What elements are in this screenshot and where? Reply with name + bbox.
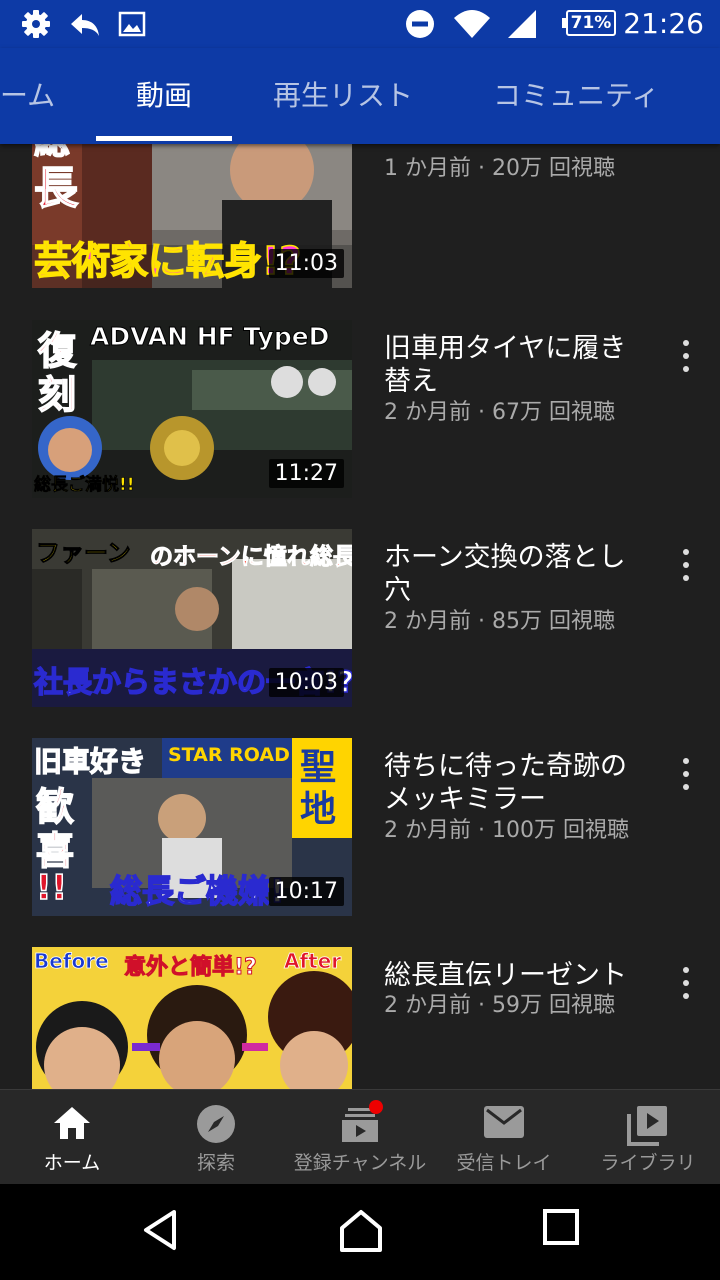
channel-tab-bar: ーム 動画 再生リスト コミュニティ	[0, 48, 720, 144]
home-circle-icon[interactable]	[338, 1208, 384, 1254]
video-title[interactable]: ホーン交換の落とし穴	[384, 541, 644, 607]
video-thumbnail[interactable]: Before 意外と簡単!? After	[32, 947, 352, 1089]
library-icon	[627, 1106, 667, 1146]
video-title[interactable]: 待ちに待った奇跡のメッキミラー	[384, 750, 644, 816]
thumbnail-caption: ADVAN HF TypeD	[89, 322, 330, 352]
thumbnail-caption: 刻	[37, 372, 77, 418]
thumbnail-caption: !!	[35, 867, 68, 909]
thumbnail-caption: 芸術家に転身!?	[33, 238, 302, 284]
video-meta: 2 か月前 · 67万 回視聴	[384, 400, 615, 425]
more-options-button[interactable]	[670, 961, 702, 1005]
nav-home[interactable]: ホーム	[0, 1090, 144, 1185]
tab-playlists[interactable]: 再生リスト	[273, 48, 413, 144]
thumbnail-caption: のホーンに憧れ総長	[150, 544, 352, 571]
more-options-button[interactable]	[670, 543, 702, 587]
video-meta: 2 か月前 · 59万 回視聴	[384, 993, 615, 1018]
video-duration: 11:03	[268, 249, 344, 278]
battery-icon: 71%	[562, 10, 616, 36]
nav-library[interactable]: ライブラリ	[576, 1090, 720, 1185]
back-icon[interactable]	[140, 1208, 180, 1252]
video-item[interactable]: 総 長 芸術家に転身!? 11:03 1 か月前 · 20万 回視聴	[0, 144, 720, 288]
thumbnail-caption: 旧車好き	[33, 744, 147, 778]
video-duration: 10:03	[268, 668, 344, 697]
tab-videos[interactable]: 動画	[136, 48, 192, 144]
thumbnail-caption: 総長ご満悦!!	[34, 475, 135, 496]
nav-label: 探索	[196, 1152, 235, 1174]
do-not-disturb-icon	[406, 10, 434, 38]
nav-explore[interactable]: 探索	[144, 1090, 288, 1185]
settings-gear-icon	[22, 10, 50, 38]
nav-inbox[interactable]: 受信トレイ	[432, 1090, 576, 1185]
more-options-button[interactable]	[670, 334, 702, 378]
video-thumbnail[interactable]: 総 長 芸術家に転身!? 11:03	[32, 144, 352, 288]
system-navigation-bar	[0, 1184, 720, 1280]
recents-icon[interactable]	[542, 1208, 580, 1246]
reply-arrow-icon	[71, 14, 99, 36]
video-list[interactable]: 総 長 芸術家に転身!? 11:03 1 か月前 · 20万 回視聴 復 刻 A…	[0, 144, 720, 1089]
video-thumbnail[interactable]: 旧車好き 歓 喜 !! STAR ROAD 聖 地 総長ご機嫌! 10:17	[32, 738, 352, 916]
thumbnail-caption: 意外と簡単!?	[124, 955, 258, 981]
thumbnail-caption: ファーン	[36, 539, 132, 568]
compass-icon	[197, 1105, 235, 1143]
more-options-button[interactable]	[670, 752, 702, 796]
mail-icon	[484, 1106, 524, 1138]
video-duration: 11:27	[268, 459, 344, 488]
thumbnail-caption: 地	[300, 789, 337, 830]
status-bar: 71% 21:26	[0, 0, 720, 48]
nav-label: ホーム	[43, 1152, 101, 1174]
thumbnail-caption: Before	[34, 949, 109, 974]
active-tab-indicator	[96, 136, 232, 141]
thumbnail-caption: 総長ご機嫌!	[109, 871, 285, 911]
tab-community[interactable]: コミュニティ	[493, 48, 659, 144]
image-icon	[118, 11, 146, 37]
signal-icon	[508, 10, 536, 38]
home-icon	[54, 1107, 90, 1139]
thumbnail-caption: After	[284, 949, 342, 974]
video-meta: 1 か月前 · 20万 回視聴	[384, 156, 615, 181]
video-item[interactable]: 旧車好き 歓 喜 !! STAR ROAD 聖 地 総長ご機嫌! 10:17 待…	[0, 738, 720, 916]
video-title[interactable]: 旧車用タイヤに履き替え	[384, 332, 644, 398]
notification-dot	[369, 1100, 383, 1114]
video-thumbnail[interactable]: ファーン のホーンに憧れ総長 社長からまさかの一言!? 10:03	[32, 529, 352, 707]
video-meta: 2 か月前 · 85万 回視聴	[384, 609, 615, 634]
video-meta: 2 か月前 · 100万 回視聴	[384, 818, 629, 843]
tab-home[interactable]: ーム	[0, 48, 55, 144]
nav-label: 登録チャンネル	[293, 1152, 427, 1174]
nav-subscriptions[interactable]: 登録チャンネル	[288, 1090, 432, 1185]
video-thumbnail[interactable]: 復 刻 ADVAN HF TypeD 総長ご満悦!! 11:27	[32, 320, 352, 498]
video-item[interactable]: 復 刻 ADVAN HF TypeD 総長ご満悦!! 11:27 旧車用タイヤに…	[0, 320, 720, 498]
video-item[interactable]: Before 意外と簡単!? After 総長直伝リーゼント 2 か月前 · 5…	[0, 947, 720, 1089]
nav-label: 受信トレイ	[456, 1152, 552, 1174]
bottom-navigation: ホーム 探索 登録チャンネル 受信トレイ ライブラリ	[0, 1089, 720, 1185]
nav-label: ライブラリ	[600, 1152, 696, 1174]
thumbnail-caption: STAR ROAD	[168, 744, 290, 766]
thumbnail-caption: 長	[33, 162, 79, 215]
wifi-icon	[454, 10, 490, 38]
thumbnail-caption: 喜	[35, 828, 75, 874]
clock: 21:26	[623, 7, 704, 40]
video-item[interactable]: ファーン のホーンに憧れ総長 社長からまさかの一言!? 10:03 ホーン交換の…	[0, 529, 720, 707]
video-duration: 10:17	[268, 877, 344, 906]
